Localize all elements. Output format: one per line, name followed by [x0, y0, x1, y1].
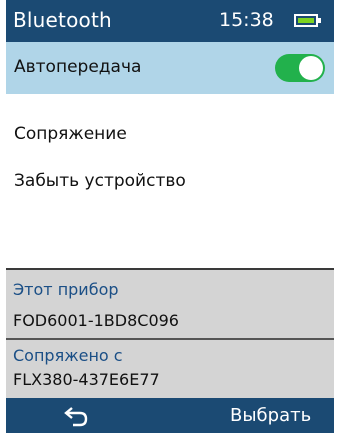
toggle-knob	[299, 56, 323, 80]
back-button[interactable]	[54, 402, 104, 430]
device-screen: Bluetooth 15:38 Автопередача Сопряжение …	[6, 0, 334, 433]
this-device-caption: Этот прибор	[13, 280, 119, 299]
auto-transfer-row[interactable]: Автопередача	[6, 42, 334, 94]
back-arrow-icon	[64, 407, 88, 427]
select-button[interactable]: Выбрать	[230, 405, 311, 426]
pair-menu-item[interactable]: Сопряжение	[14, 124, 127, 144]
battery-icon	[294, 14, 321, 27]
this-device-id: FOD6001-1BD8C096	[13, 311, 179, 330]
battery-level	[298, 18, 314, 23]
battery-tip	[318, 18, 321, 23]
paired-device-id: FLX380-437E6E77	[13, 370, 160, 389]
auto-transfer-label: Автопередача	[14, 57, 142, 77]
forget-device-menu-item[interactable]: Забыть устройство	[14, 171, 186, 191]
auto-transfer-toggle[interactable]	[275, 54, 325, 82]
paired-with-caption: Сопряжено с	[13, 346, 123, 365]
paired-with-panel: Сопряжено с FLX380-437E6E77	[6, 338, 334, 400]
softkey-bar: Выбрать	[6, 398, 334, 433]
screen-title: Bluetooth	[13, 8, 112, 32]
clock: 15:38	[219, 9, 274, 31]
this-device-panel: Этот прибор FOD6001-1BD8C096	[6, 268, 334, 338]
status-bar: Bluetooth 15:38	[6, 0, 334, 42]
